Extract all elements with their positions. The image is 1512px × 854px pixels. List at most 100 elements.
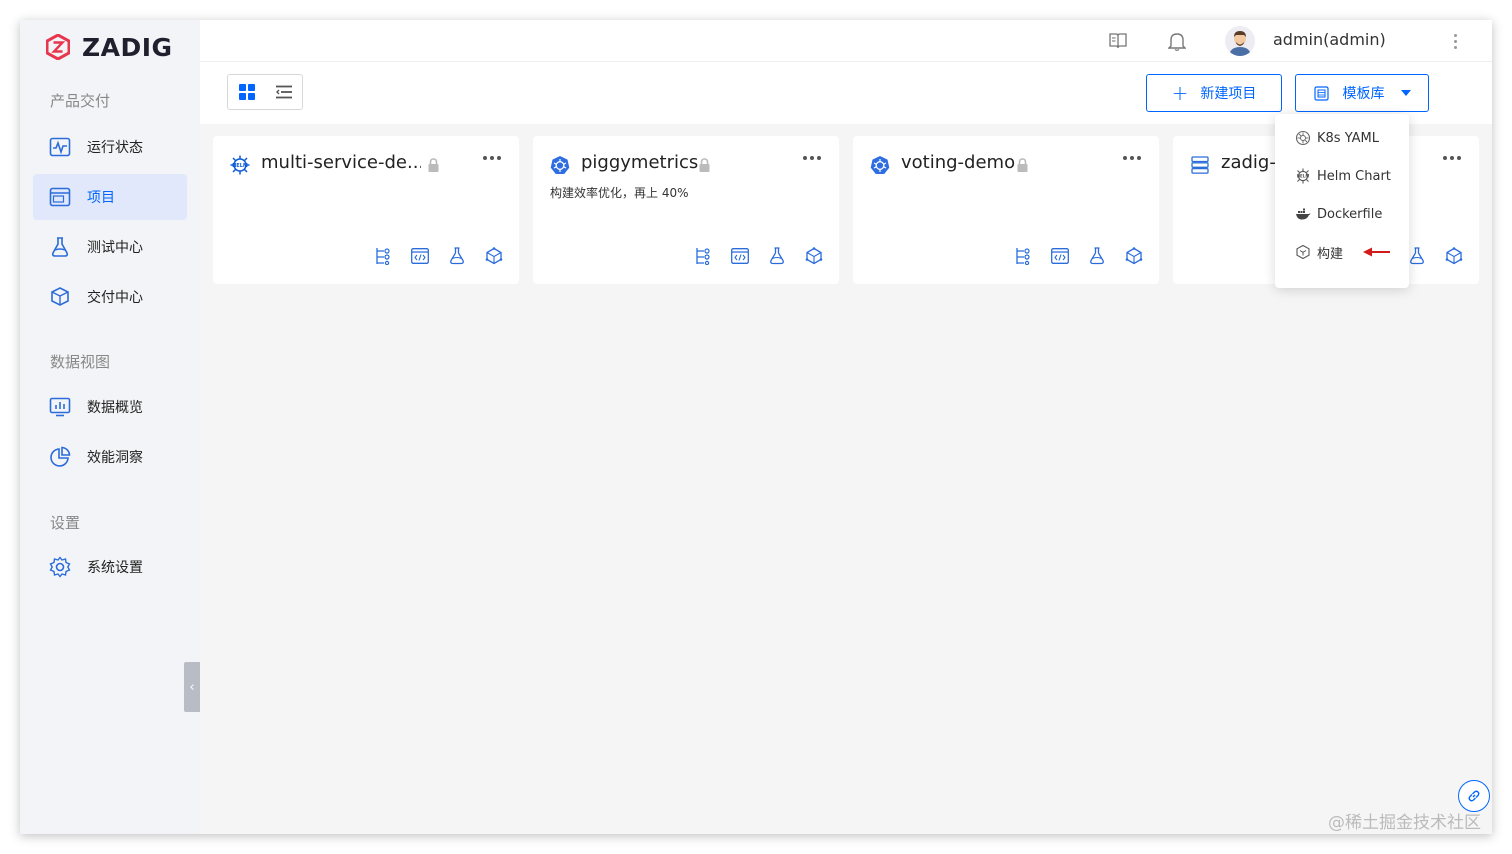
- flask-icon: [51, 237, 69, 257]
- menu-item-helm-chart[interactable]: HELM Helm Chart: [1275, 157, 1409, 195]
- new-project-label: 新建项目: [1200, 86, 1257, 102]
- zadig-logo-icon: [46, 34, 70, 60]
- red-arrow-annotation-icon: [1363, 247, 1391, 257]
- svg-text:HELM: HELM: [1297, 174, 1310, 179]
- menu-item-label: Dockerfile: [1317, 206, 1383, 222]
- package-cube-icon: [51, 287, 69, 306]
- svg-text:HELM: HELM: [232, 163, 248, 169]
- card-more-button[interactable]: [1443, 156, 1461, 160]
- sidebar-item-label: 运行状态: [87, 140, 143, 156]
- sidebar-item-efficiency-insight[interactable]: 效能洞察: [33, 434, 187, 480]
- project-name[interactable]: voting-demo: [901, 152, 1015, 173]
- pie-chart-icon: [50, 446, 71, 467]
- avatar[interactable]: [1225, 26, 1255, 56]
- template-library-label: 模板库: [1342, 86, 1385, 102]
- bell-icon: [1168, 33, 1186, 51]
- project-card[interactable]: HELM multi-service-de...: [213, 136, 519, 284]
- menu-item-label: K8s YAML: [1317, 130, 1379, 146]
- helm-chart-icon: HELM: [1297, 168, 1310, 184]
- card-actions: [693, 246, 824, 266]
- template-dropdown-menu: K8s YAML HELM Helm Chart Dockerfile 构建: [1275, 114, 1409, 288]
- brand-name: ZADIG: [82, 32, 173, 62]
- sidebar-item-label: 测试中心: [87, 240, 143, 256]
- pm-window-icon: [49, 187, 71, 207]
- service-code-icon[interactable]: [410, 246, 430, 266]
- workflow-icon[interactable]: [1013, 246, 1033, 266]
- workflow-icon[interactable]: [693, 246, 713, 266]
- docs-button[interactable]: [1107, 30, 1129, 52]
- more-vertical-icon[interactable]: [1450, 30, 1460, 52]
- test-flask-icon[interactable]: [1407, 246, 1427, 266]
- card-more-button[interactable]: [803, 156, 821, 160]
- sidebar-item-label: 项目: [87, 190, 115, 206]
- section-title-delivery: 产品交付: [50, 92, 111, 110]
- card-more-button[interactable]: [1123, 156, 1141, 160]
- sidebar-item-delivery-center[interactable]: 交付中心: [33, 274, 187, 320]
- menu-item-label: Helm Chart: [1317, 168, 1391, 184]
- section-title-settings: 设置: [50, 514, 81, 532]
- project-card[interactable]: voting-demo: [853, 136, 1159, 284]
- docker-icon: [1296, 208, 1311, 220]
- server-stack-icon: [1190, 155, 1210, 175]
- logo[interactable]: ZADIG: [46, 32, 173, 62]
- lock-icon: [699, 158, 710, 172]
- workflow-icon[interactable]: [373, 246, 393, 266]
- project-name[interactable]: piggymetrics: [581, 152, 698, 173]
- top-bar: admin(admin): [200, 20, 1492, 62]
- environment-cube-icon[interactable]: [1124, 246, 1144, 266]
- helm-icon: HELM: [230, 155, 250, 175]
- menu-item-build[interactable]: 构建: [1275, 233, 1409, 271]
- lock-icon: [1017, 158, 1028, 172]
- sidebar-item-label: 效能洞察: [87, 450, 143, 466]
- user-avatar-icon: [1229, 31, 1251, 56]
- menu-item-label: 构建: [1317, 246, 1344, 262]
- card-actions: [373, 246, 504, 266]
- caret-down-icon: [1400, 90, 1411, 96]
- test-flask-icon[interactable]: [767, 246, 787, 266]
- test-flask-icon[interactable]: [447, 246, 467, 266]
- project-card[interactable]: piggymetrics 构建效率优化，再上 40%: [533, 136, 839, 284]
- template-library-button[interactable]: 模板库: [1295, 74, 1429, 112]
- environment-cube-icon[interactable]: [1444, 246, 1464, 266]
- view-toggle: [227, 74, 303, 110]
- kubernetes-icon: [550, 155, 570, 175]
- pulse-monitor-icon: [49, 137, 71, 157]
- menu-item-dockerfile[interactable]: Dockerfile: [1275, 195, 1409, 233]
- gear-icon: [49, 556, 71, 578]
- sidebar-item-data-overview[interactable]: 数据概览: [33, 384, 187, 430]
- project-name[interactable]: multi-service-de...: [261, 152, 421, 173]
- sidebar-item-status[interactable]: 运行状态: [33, 124, 187, 170]
- test-flask-icon[interactable]: [1087, 246, 1107, 266]
- link-icon: [1468, 790, 1480, 802]
- section-title-data-view: 数据视图: [50, 353, 111, 371]
- sidebar-item-label: 数据概览: [87, 400, 143, 416]
- sidebar-item-test-center[interactable]: 测试中心: [33, 224, 187, 270]
- new-project-button[interactable]: + 新建项目: [1146, 74, 1282, 112]
- list-view-button[interactable]: [265, 75, 302, 109]
- service-code-icon[interactable]: [730, 246, 750, 266]
- sidebar-item-projects[interactable]: 项目: [33, 174, 187, 220]
- project-name[interactable]: zadig-t: [1221, 152, 1283, 173]
- environment-cube-icon[interactable]: [804, 246, 824, 266]
- project-description: 构建效率优化，再上 40%: [550, 186, 689, 200]
- sidebar-collapse-handle[interactable]: ‹: [184, 662, 200, 712]
- service-code-icon[interactable]: [1050, 246, 1070, 266]
- sidebar-item-label: 系统设置: [87, 560, 143, 576]
- lock-icon: [428, 158, 439, 172]
- kubernetes-icon: [870, 155, 890, 175]
- k8s-yaml-icon: [1295, 130, 1311, 146]
- card-actions: [1013, 246, 1144, 266]
- book-icon: [1109, 33, 1127, 49]
- environment-cube-icon[interactable]: [484, 246, 504, 266]
- watermark: @稀土掘金技术社区: [1328, 813, 1481, 833]
- menu-item-k8s-yaml[interactable]: K8s YAML: [1275, 119, 1409, 157]
- sidebar: ZADIG 产品交付 运行状态 项目 测试中心 交付中心 数据视图 数据概览 效…: [20, 20, 200, 834]
- sidebar-item-label: 交付中心: [87, 290, 143, 306]
- notifications-button[interactable]: [1166, 30, 1188, 52]
- username[interactable]: admin(admin): [1273, 30, 1386, 49]
- template-doc-icon: [1313, 85, 1329, 101]
- card-more-button[interactable]: [483, 156, 501, 160]
- grid-view-button[interactable]: [228, 75, 265, 109]
- bar-monitor-icon: [49, 397, 71, 417]
- sidebar-item-system-settings[interactable]: 系统设置: [33, 544, 187, 590]
